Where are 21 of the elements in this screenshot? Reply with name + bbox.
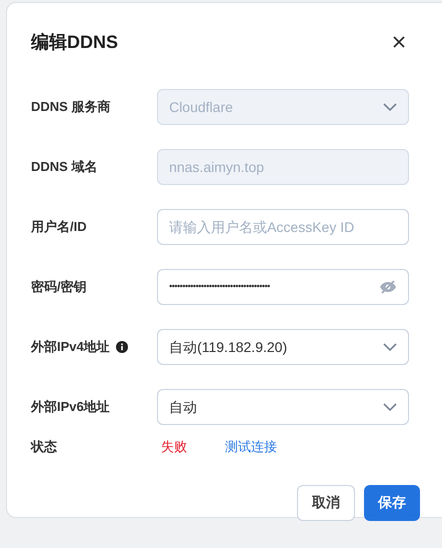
save-button[interactable]: 保存 [364,484,420,520]
select-field[interactable]: 自动(119.182.9.20) [157,329,409,365]
chevron-down-icon [383,403,397,411]
select-field[interactable]: 自动 [157,389,409,425]
field-label: DDNS 域名 [31,158,98,176]
field-label: DDNS 服务商 [31,98,110,116]
password-field[interactable]: •••••••••••••••••••••••••••••••••••••• [157,269,409,305]
field-label: 外部IPv6地址 [31,398,110,416]
close-icon [393,36,405,48]
dialog-title: 编辑DDNS [31,30,118,54]
chevron-down-icon [383,103,397,111]
field-label: 用户名/ID [31,218,87,236]
chevron-down-icon [383,343,397,351]
status-label: 状态 [31,438,58,456]
field-label: 密码/密钥 [31,278,87,296]
test-connection-link[interactable]: 测试连接 [225,437,277,456]
info-icon[interactable] [116,341,128,353]
text-field[interactable]: 请输入用户名或AccessKey ID [157,209,409,245]
status-text: 失败 [161,438,188,456]
field-label: 外部IPv4地址 [31,338,110,356]
cancel-button[interactable]: 取消 [297,484,355,520]
